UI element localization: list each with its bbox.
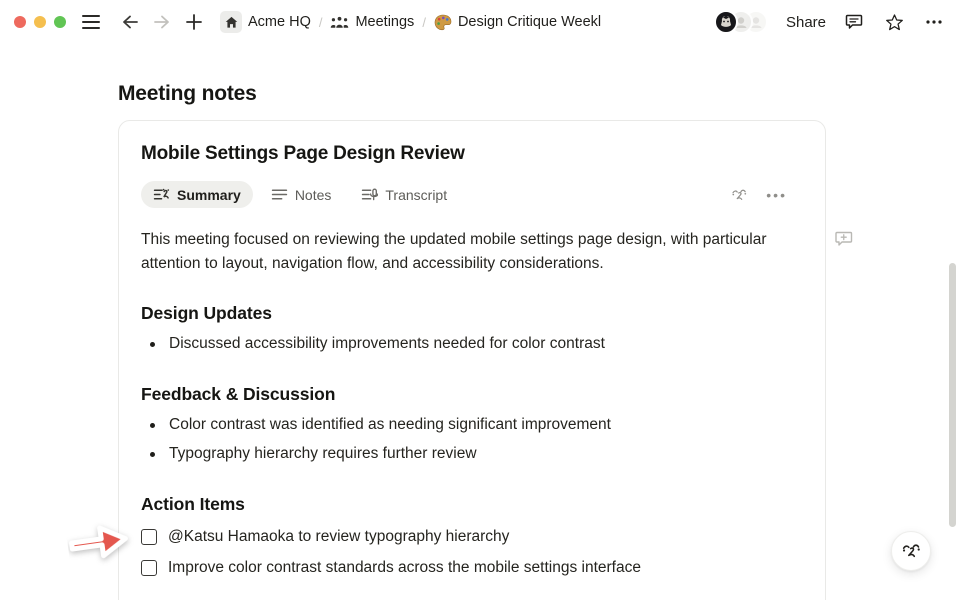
breadcrumb-item-acme-hq[interactable]: Acme HQ xyxy=(220,11,311,33)
share-button[interactable]: Share xyxy=(786,14,826,31)
todo-checkbox[interactable] xyxy=(141,529,157,545)
more-options-button[interactable] xyxy=(922,10,946,34)
bullet-icon xyxy=(150,452,155,457)
home-icon xyxy=(220,11,242,33)
card-tabs: Summary Notes Transcript xyxy=(141,181,801,208)
todo-text: Improve color contrast standards across … xyxy=(168,559,641,577)
palette-icon xyxy=(434,14,452,31)
meeting-notes-card: Mobile Settings Page Design Review Summa… xyxy=(118,120,826,600)
card-more-button[interactable]: ••• xyxy=(766,188,787,202)
tab-label: Summary xyxy=(177,187,241,203)
comments-button[interactable] xyxy=(842,10,866,34)
breadcrumb-label: Design Critique Weekl xyxy=(458,14,601,30)
breadcrumb-item-design-critique[interactable]: Design Critique Weekl xyxy=(434,14,601,31)
list-item: Color contrast was identified as needing… xyxy=(141,416,801,434)
favorite-button[interactable] xyxy=(882,10,906,34)
tab-summary[interactable]: Summary xyxy=(141,181,253,208)
minimize-window-button[interactable] xyxy=(34,16,46,28)
todo-item: Improve color contrast standards across … xyxy=(141,559,801,577)
page-title: Meeting notes xyxy=(118,82,257,106)
summary-intro-text: This meeting focused on reviewing the up… xyxy=(141,228,807,276)
card-header-actions: ••• xyxy=(730,186,801,204)
tab-label: Transcript xyxy=(385,187,447,203)
section-heading-design-updates: Design Updates xyxy=(141,303,801,324)
new-page-button[interactable] xyxy=(182,10,206,34)
notion-ai-face-icon[interactable] xyxy=(730,186,748,204)
people-icon xyxy=(330,15,349,30)
notes-lines-icon xyxy=(271,186,288,203)
star-icon xyxy=(885,13,904,32)
zoom-window-button[interactable] xyxy=(54,16,66,28)
breadcrumb-separator: / xyxy=(421,15,427,30)
breadcrumb-label: Meetings xyxy=(355,14,414,30)
comment-icon xyxy=(844,12,864,32)
ai-summary-icon xyxy=(153,186,170,203)
ai-assistant-button[interactable] xyxy=(891,531,931,571)
forward-button[interactable] xyxy=(150,10,174,34)
transcript-mic-icon xyxy=(361,186,378,203)
bullet-text: Discussed accessibility improvements nee… xyxy=(169,335,605,353)
tab-transcript[interactable]: Transcript xyxy=(349,181,459,208)
card-title: Mobile Settings Page Design Review xyxy=(141,143,801,165)
todo-checkbox[interactable] xyxy=(141,560,157,576)
section-heading-action-items: Action Items xyxy=(141,494,801,515)
tab-notes[interactable]: Notes xyxy=(259,181,344,208)
collaborator-avatars[interactable] xyxy=(714,10,768,34)
window-titlebar: Acme HQ / Meetings / Design Cri xyxy=(0,0,960,44)
section-heading-feedback: Feedback & Discussion xyxy=(141,384,801,405)
more-icon xyxy=(924,12,944,32)
list-item: Discussed accessibility improvements nee… xyxy=(141,335,801,353)
todo-text: @Katsu Hamaoka to review typography hier… xyxy=(168,528,509,546)
todo-item: @Katsu Hamaoka to review typography hier… xyxy=(141,528,801,546)
close-window-button[interactable] xyxy=(14,16,26,28)
comment-plus-icon xyxy=(834,230,854,249)
breadcrumb-label: Acme HQ xyxy=(248,14,311,30)
sidebar-toggle-icon[interactable] xyxy=(82,15,100,29)
breadcrumb: Acme HQ / Meetings / Design Cri xyxy=(220,11,601,33)
bullet-text: Typography hierarchy requires further re… xyxy=(169,445,477,463)
bullet-icon xyxy=(150,423,155,428)
traffic-lights xyxy=(14,16,66,28)
breadcrumb-separator: / xyxy=(318,15,324,30)
notion-ai-face-icon xyxy=(900,540,922,562)
breadcrumb-item-meetings[interactable]: Meetings xyxy=(330,14,414,30)
list-item: Typography hierarchy requires further re… xyxy=(141,445,801,463)
back-button[interactable] xyxy=(118,10,142,34)
tab-label: Notes xyxy=(295,187,332,203)
avatar xyxy=(714,10,738,34)
bullet-icon xyxy=(150,342,155,347)
back-arrow-icon xyxy=(119,11,141,33)
forward-arrow-icon xyxy=(151,11,173,33)
titlebar-actions: Share xyxy=(714,10,946,34)
add-comment-button[interactable] xyxy=(834,230,854,254)
bullet-text: Color contrast was identified as needing… xyxy=(169,416,611,434)
plus-icon xyxy=(184,12,204,32)
app-window: Acme HQ / Meetings / Design Cri xyxy=(0,0,960,600)
vertical-scrollbar-thumb[interactable] xyxy=(949,263,956,527)
